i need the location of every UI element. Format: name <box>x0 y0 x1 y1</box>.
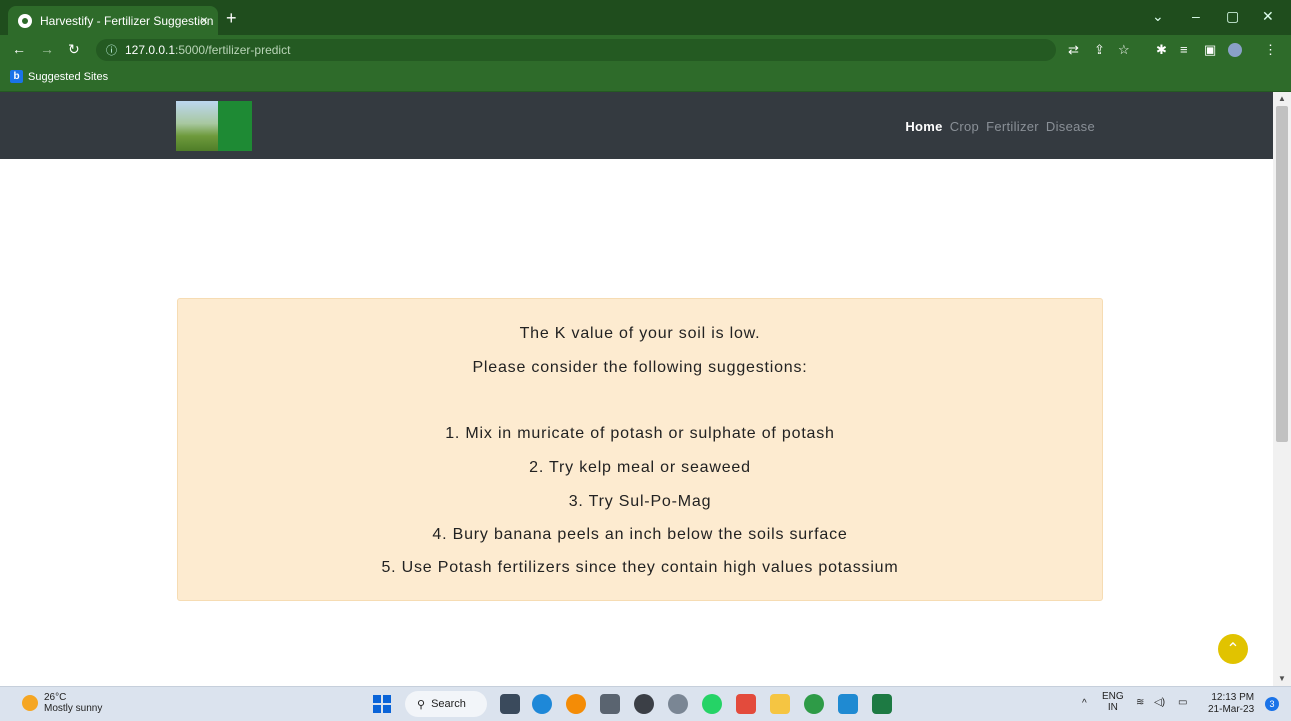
url-host: 127.0.0.1 <box>125 43 176 57</box>
info-icon: ⓘ <box>106 45 117 57</box>
clock-date: 21-Mar-23 <box>1208 704 1255 715</box>
lang-label: ENG <box>1102 691 1124 702</box>
task-view-icon[interactable] <box>500 694 520 714</box>
site-favicon-icon <box>18 13 32 28</box>
volume-icon[interactable]: ◁) <box>1154 697 1165 708</box>
reading-list-icon[interactable]: ≡ <box>1180 42 1188 57</box>
suggestion-item: 1. Mix in muricate of potash or sulphate… <box>445 425 835 442</box>
main-nav: Home Crop Fertilizer Disease <box>905 119 1095 134</box>
chrome-icon[interactable] <box>804 694 824 714</box>
vscode-icon[interactable] <box>838 694 858 714</box>
suggestion-card: The K value of your soil is low. Please … <box>177 298 1103 601</box>
weather-widget[interactable]: 26°C Mostly sunny <box>22 692 102 714</box>
notification-badge[interactable]: 3 <box>1265 697 1279 711</box>
firefox-icon[interactable] <box>566 694 586 714</box>
new-tab-button[interactable]: + <box>226 8 237 29</box>
tab-close-icon[interactable]: × <box>200 12 208 28</box>
bookmarks-bar: b Suggested Sites <box>0 65 1291 92</box>
terminal-icon[interactable] <box>600 694 620 714</box>
tab-search-chevron-icon[interactable]: ⌄ <box>1152 8 1164 25</box>
chevron-up-icon: ⌃ <box>1226 641 1240 658</box>
nav-crop[interactable]: Crop <box>950 119 979 134</box>
windows-taskbar: 26°C Mostly sunny ⚲ Search ^ ENG IN ≋ ◁)… <box>0 686 1291 721</box>
browser-toolbar: ← → ↻ ⓘ 127.0.0.1 :5000/fertilizer-predi… <box>0 35 1291 65</box>
suggestion-item: 2. Try kelp meal or seaweed <box>529 459 751 476</box>
weather-temperature: 26°C <box>44 692 67 703</box>
scroll-up-icon[interactable]: ▲ <box>1278 94 1286 103</box>
suggestion-item: 3. Try Sul-Po-Mag <box>568 493 712 510</box>
translate-icon[interactable]: ⇄ <box>1068 42 1079 58</box>
extensions-icon[interactable]: ✱ <box>1156 42 1167 58</box>
back-to-top-button[interactable]: ⌃ <box>1218 634 1248 664</box>
bookmark-star-icon[interactable]: ☆ <box>1118 42 1130 58</box>
scrollbar-thumb[interactable] <box>1276 106 1288 442</box>
battery-icon[interactable]: ▭ <box>1178 697 1187 708</box>
tab-title: Harvestify - Fertilizer Suggestion <box>40 13 214 28</box>
address-bar[interactable]: ⓘ 127.0.0.1 :5000/fertilizer-predict <box>96 39 1056 61</box>
close-window-button[interactable]: ✕ <box>1262 8 1274 25</box>
clock-time: 12:13 PM <box>1211 692 1255 703</box>
nav-fertilizer[interactable]: Fertilizer <box>986 119 1039 134</box>
site-navbar: Home Crop Fertilizer Disease <box>0 92 1273 159</box>
browser-tab-bar: Harvestify - Fertilizer Suggestion × + ⌄… <box>0 0 1291 35</box>
nav-home[interactable]: Home <box>905 119 942 134</box>
language-indicator[interactable]: ENG IN <box>1102 691 1124 713</box>
media-player-icon[interactable] <box>634 694 654 714</box>
site-logo[interactable] <box>176 101 252 151</box>
maximize-button[interactable]: ▢ <box>1226 8 1239 25</box>
taskbar-search[interactable]: ⚲ Search <box>405 691 487 717</box>
scroll-down-icon[interactable]: ▼ <box>1278 674 1286 683</box>
edge-icon[interactable] <box>532 694 552 714</box>
media-app-icon[interactable] <box>736 694 756 714</box>
region-label: IN <box>1107 702 1118 713</box>
back-arrow-icon[interactable]: ← <box>12 41 26 57</box>
start-button[interactable] <box>373 695 391 713</box>
sun-cloud-icon <box>22 695 38 711</box>
nav-disease[interactable]: Disease <box>1046 119 1095 134</box>
reload-icon[interactable]: ↻ <box>68 41 80 58</box>
minimize-button[interactable]: – <box>1192 8 1200 24</box>
logo-panel <box>218 101 252 151</box>
result-heading: The K value of your soil is low. <box>519 325 761 342</box>
suggestion-item: 4. Bury banana peels an inch below the s… <box>432 526 848 543</box>
tray-chevron-up-icon[interactable]: ^ <box>1082 698 1087 709</box>
whatsapp-icon[interactable] <box>702 694 722 714</box>
bookmark-label: Suggested Sites <box>28 70 109 83</box>
search-icon: ⚲ <box>417 698 426 711</box>
result-subheading: Please consider the following suggestion… <box>472 359 808 376</box>
weather-condition: Mostly sunny <box>44 703 103 714</box>
side-panel-icon[interactable]: ▣ <box>1204 42 1216 58</box>
bing-icon: b <box>10 70 23 83</box>
page-scrollbar[interactable]: ▲ ▼ <box>1273 92 1291 686</box>
excel-icon[interactable] <box>872 694 892 714</box>
menu-kebab-icon[interactable]: ⋮ <box>1264 42 1277 58</box>
url-path: :5000/fertilizer-predict <box>175 43 291 57</box>
wifi-icon[interactable]: ≋ <box>1136 697 1144 708</box>
settings-gear-icon[interactable] <box>668 694 688 714</box>
profile-avatar-icon[interactable] <box>1228 43 1242 57</box>
share-icon[interactable]: ⇪ <box>1094 42 1105 58</box>
suggestion-item: 5. Use Potash fertilizers since they con… <box>381 559 899 576</box>
taskbar-search-label: Search <box>431 698 466 710</box>
file-explorer-icon[interactable] <box>770 694 790 714</box>
forward-arrow-icon[interactable]: → <box>40 41 54 57</box>
bookmark-suggested-sites[interactable]: b Suggested Sites <box>10 70 108 83</box>
system-clock[interactable]: 12:13 PM 21-Mar-23 <box>1208 692 1254 716</box>
browser-tab[interactable]: Harvestify - Fertilizer Suggestion × <box>8 6 218 35</box>
